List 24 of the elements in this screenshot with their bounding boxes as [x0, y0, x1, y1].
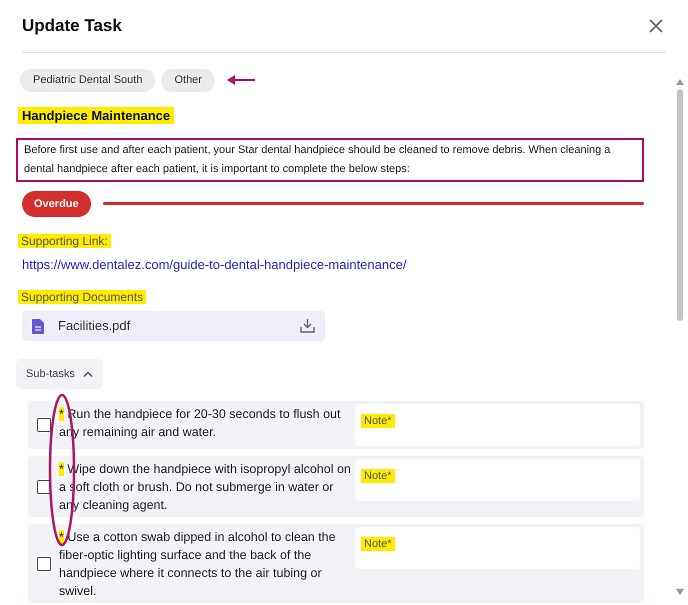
tag: Other	[161, 69, 215, 92]
checkbox[interactable]	[37, 556, 51, 570]
note-field[interactable]: Note*	[355, 404, 640, 446]
file-card[interactable]: Facilities.pdf	[22, 311, 325, 341]
scroll-down-icon[interactable]	[676, 589, 684, 595]
note-field[interactable]: Note*	[355, 459, 640, 501]
status-badge: Overdue	[22, 190, 91, 217]
subtask-text: * Use a cotton swab dipped in alcohol to clean the fiber-optic lighting surface and the back of the handpiece where it connects to the air tubing or swivel.	[59, 529, 337, 600]
note-field[interactable]: Note*	[355, 527, 640, 569]
download-icon[interactable]	[300, 319, 315, 333]
task-title: Handpiece Maintenance	[18, 106, 174, 124]
scrollbar-thumb[interactable]	[677, 89, 683, 321]
file-name: Facilities.pdf	[58, 317, 132, 336]
task-description: Before first use and after each patient, your Star dental handpiece should be cleaned to remove debris. When cleaning a dental handpiece after each patient, it is important to complete the below steps:	[16, 138, 644, 182]
section-label: Supporting Link:	[18, 234, 111, 248]
document-icon	[32, 318, 44, 334]
dialog-title: Update Task	[22, 15, 122, 38]
section-label: Supporting Documents	[18, 290, 146, 304]
supporting-link[interactable]: https://www.dentalez.com/guide-to-dental-handpiece-maintenance/	[22, 257, 406, 272]
annotation-arrow	[226, 75, 255, 86]
checkbox[interactable]	[37, 418, 51, 432]
subtasks-toggle[interactable]: Sub-tasks	[16, 359, 103, 389]
scroll-up-icon[interactable]	[676, 79, 684, 85]
tag: Pediatric Dental South	[20, 69, 156, 92]
